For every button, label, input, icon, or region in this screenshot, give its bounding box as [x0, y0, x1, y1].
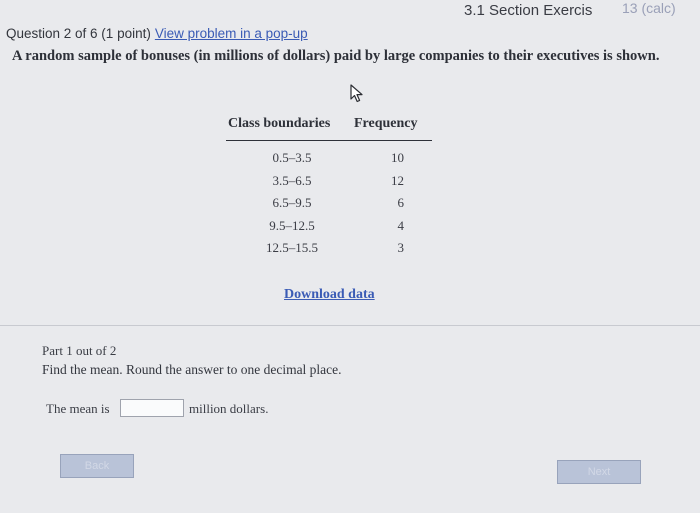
view-popup-link[interactable]: View problem in a pop-up — [155, 26, 308, 41]
table-row: 9.5–12.5 4 — [226, 215, 432, 238]
question-header: Question 2 of 6 (1 point) View problem in… — [6, 26, 308, 41]
section-divider — [0, 325, 700, 326]
frequency-cell: 10 — [391, 150, 404, 165]
next-button[interactable]: Next — [557, 460, 641, 484]
question-number: Question 2 of 6 (1 point) — [6, 26, 151, 41]
frequency-cell: 4 — [397, 217, 405, 233]
table-header: Class boundaries Frequency — [226, 113, 432, 135]
frequency-cell: 6 — [397, 195, 405, 210]
mouse-pointer-icon — [350, 84, 366, 109]
section-title: 3.1 Section Exercis — [464, 2, 593, 19]
frequency-table: Class boundaries Frequency 0.5–3.5 10 3.… — [226, 113, 432, 260]
table-row: 12.5–15.5 3 — [226, 237, 432, 260]
table-row: 3.5–6.5 12 — [226, 170, 432, 193]
problem-statement: A random sample of bonuses (in millions … — [12, 48, 660, 64]
back-button[interactable]: Back — [60, 454, 134, 478]
header-class-boundaries: Class boundaries — [228, 116, 331, 131]
download-data-link[interactable]: Download data — [284, 287, 375, 303]
table-row: 6.5–9.5 6 — [226, 192, 432, 215]
class-cell: 12.5–15.5 — [266, 240, 318, 255]
part-label: Part 1 out of 2 — [42, 343, 117, 358]
section-suffix: 13 (calc) — [622, 0, 676, 16]
header-frequency: Frequency — [354, 116, 418, 131]
frequency-cell: 12 — [391, 172, 404, 188]
mean-answer-input[interactable] — [120, 399, 184, 417]
class-cell: 3.5–6.5 — [272, 172, 312, 188]
class-cell: 6.5–9.5 — [272, 195, 312, 210]
header-divider — [226, 140, 432, 141]
mean-prefix-label: The mean is — [46, 401, 110, 416]
class-cell: 9.5–12.5 — [269, 217, 315, 233]
mean-unit-label: million dollars. — [189, 401, 269, 416]
frequency-cell: 3 — [397, 240, 405, 255]
class-cell: 0.5–3.5 — [272, 150, 312, 165]
table-row: 0.5–3.5 10 — [226, 147, 432, 170]
part-instruction: Find the mean. Round the answer to one d… — [42, 362, 342, 377]
